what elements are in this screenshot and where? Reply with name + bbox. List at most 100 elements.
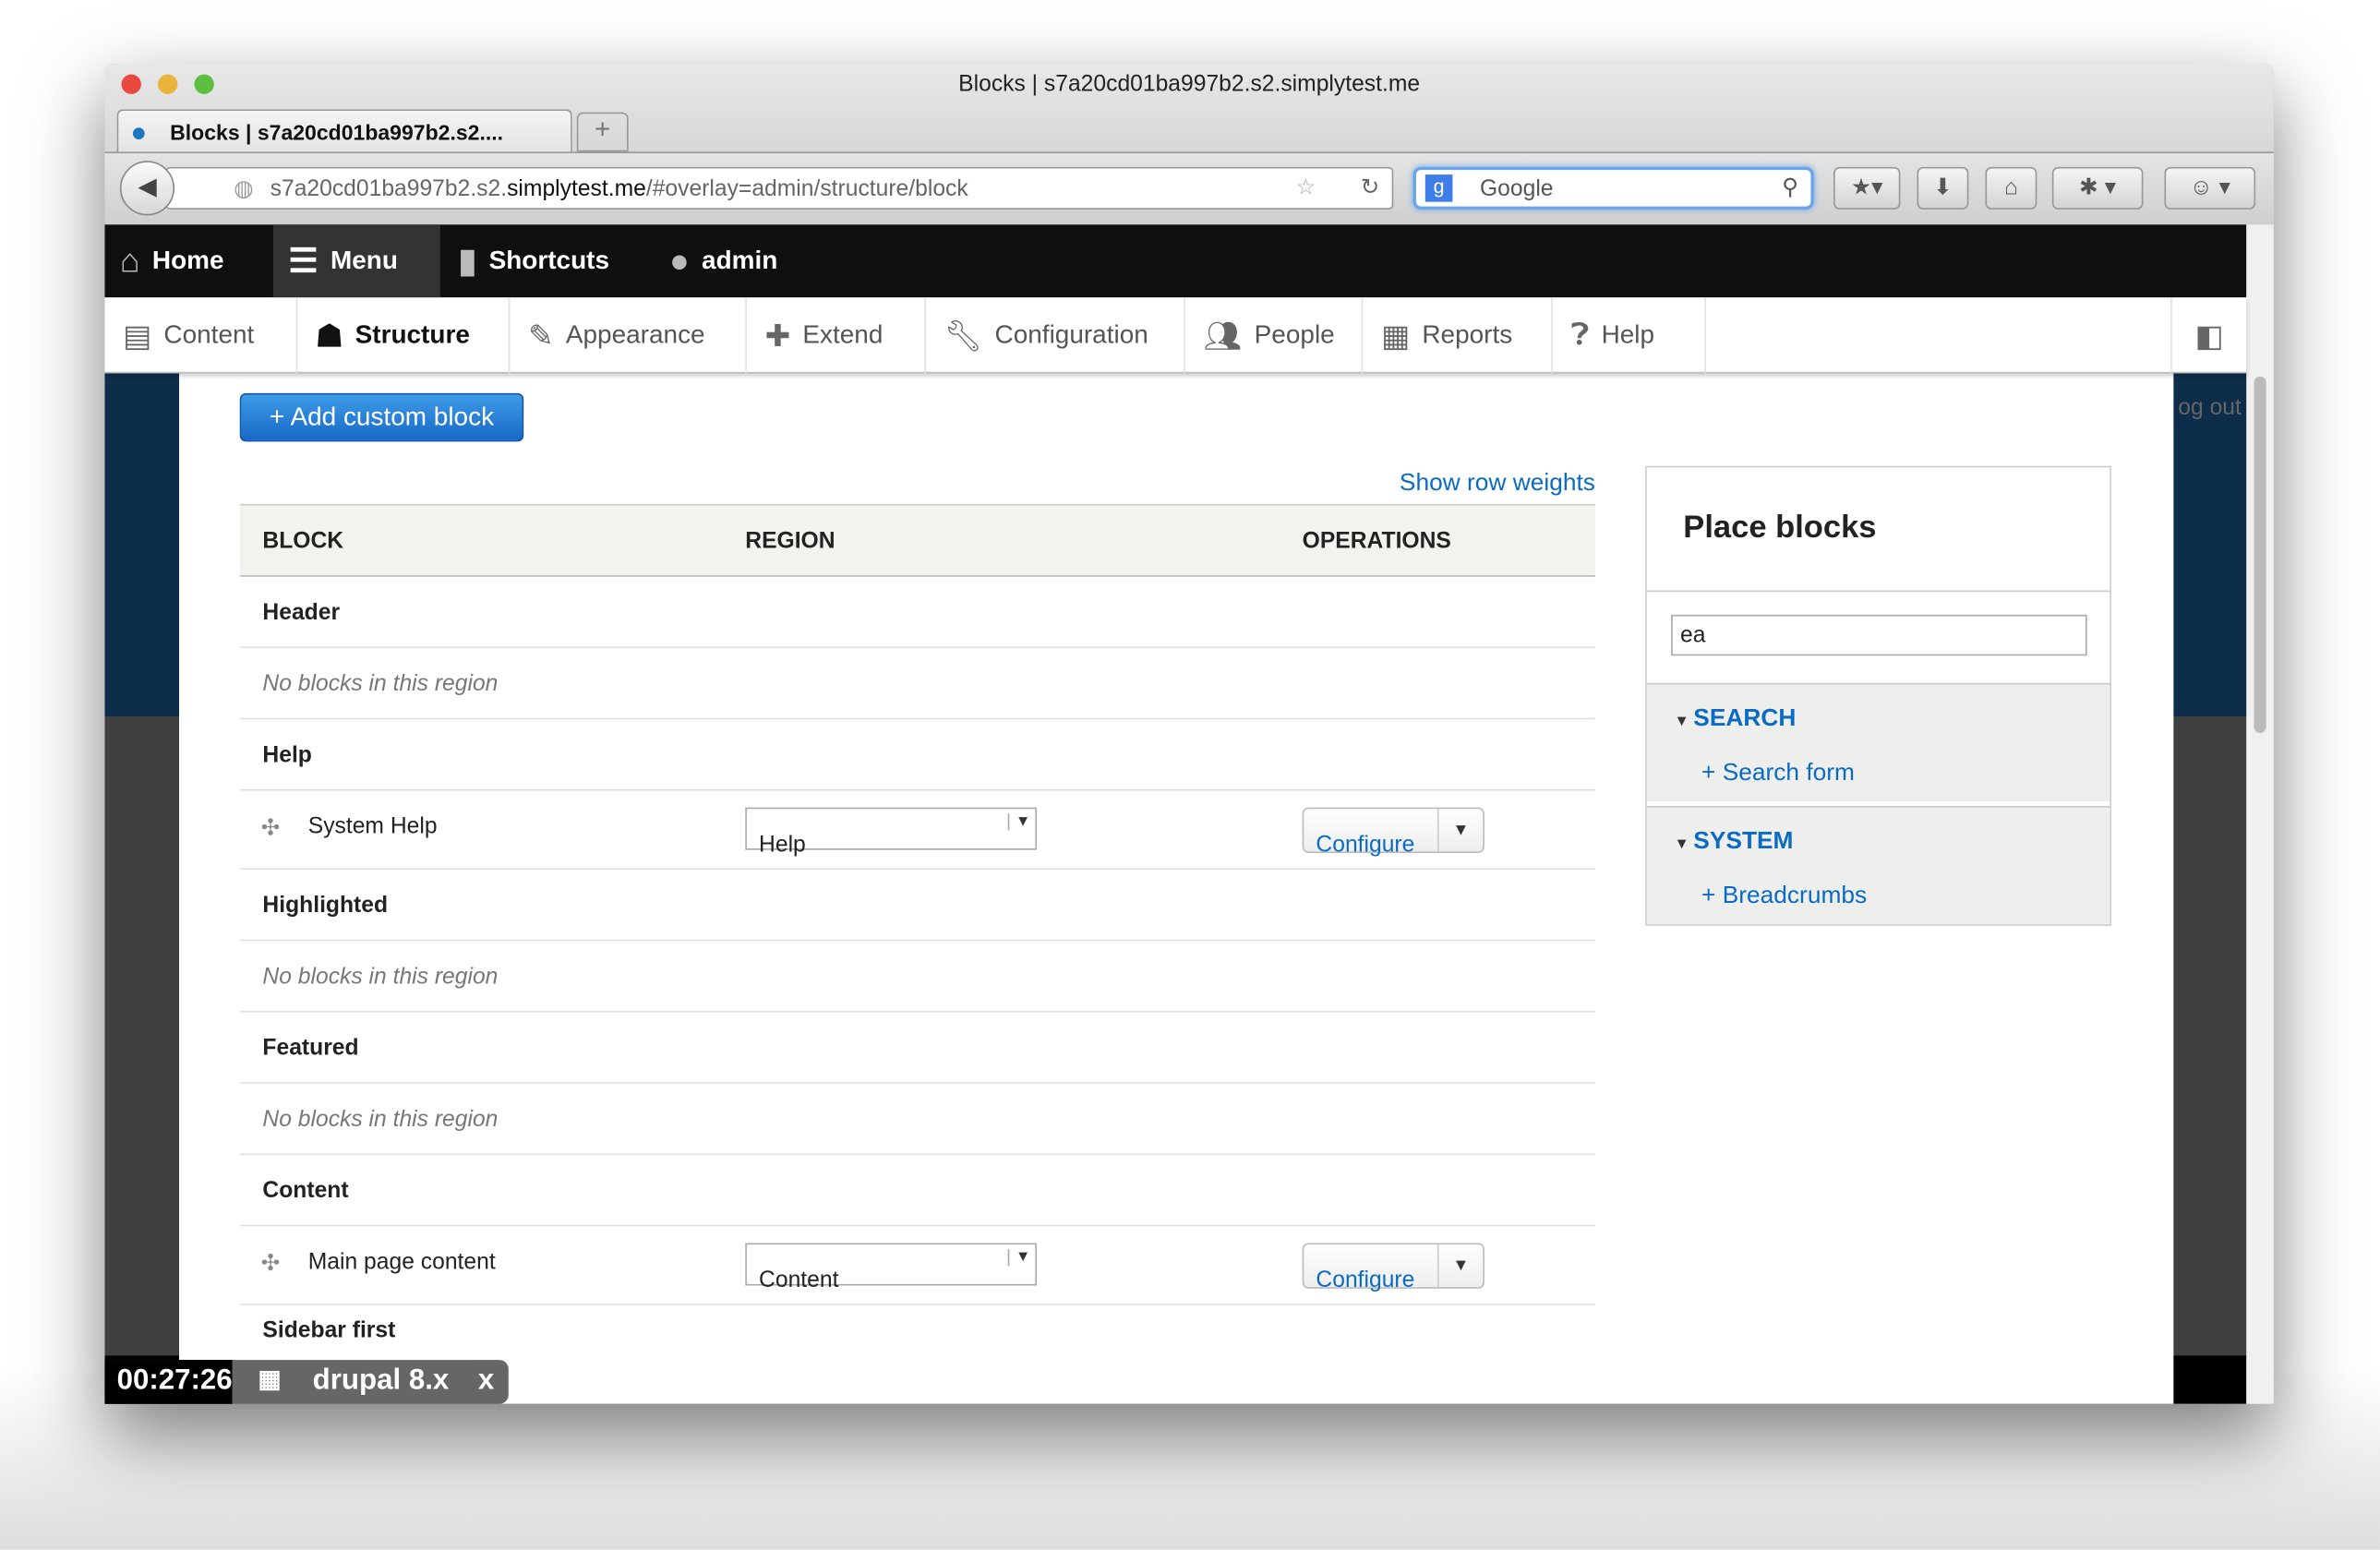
admin-toolbar: ⌂ Home ☰ Menu ▮ Shortcuts ● admin [104,224,2247,298]
toolbar-label: Home [151,246,224,275]
region-row: Featured [239,1013,1595,1084]
timer-close-button[interactable]: x [478,1364,494,1398]
tray-item-structure[interactable]: ☗ Structure [297,297,511,374]
puzzle-icon: ✚ [764,319,791,354]
menu-icon: ☰ [288,241,319,280]
region-select[interactable]: Help ▼ [745,807,1037,858]
reload-icon[interactable]: ↻ [1361,173,1380,200]
sidebar-toggle-icon: ◧ [2194,319,2224,354]
scrollbar-track[interactable] [2246,224,2274,1404]
caret-down-icon: ▼ [1674,835,1694,853]
admin-tray: ▤ Content ☗ Structure ✎ Appearance ✚ Extend … [104,297,2247,374]
tray-label: Appearance [565,319,705,350]
place-block-link[interactable]: + Search form [1701,761,1855,788]
select-arrow-icon: ▼ [1007,1249,1030,1267]
toolbar-shortcuts[interactable]: ▮ Shortcuts [459,224,610,297]
region-select[interactable]: Content ▼ [745,1243,1037,1293]
dropdown-arrow-icon[interactable]: ▼ [1436,1244,1483,1288]
tray-label: Help [1601,319,1655,350]
globe-icon: ◍ [234,175,254,202]
place-block-link[interactable]: + Breadcrumbs [1701,883,1867,911]
new-tab-button[interactable]: + [576,112,629,152]
search-input[interactable]: g Google ⚲ [1412,166,1814,210]
tray-label: Extend [802,319,883,350]
help-icon: ❓︎ [1570,318,1590,352]
region-title: Highlighted [262,892,389,919]
region-title: Sidebar first [262,1317,396,1344]
extension-button[interactable]: ✱ ▾ [2051,166,2144,210]
tray-item-help[interactable]: ❓︎ Help [1553,297,1706,374]
url-path: /#overlay=admin/structure/block [645,175,968,202]
region-title: Help [262,741,312,768]
tray-label: Content [163,319,255,350]
category-toggle[interactable]: ▼ SEARCH [1674,706,1796,734]
select-arrow-icon: ▼ [1007,813,1030,831]
configure-label: Configure [1316,831,1415,858]
tray-orientation-toggle[interactable]: ◧ [2170,297,2246,374]
column-header-block: BLOCK [262,528,344,555]
overlay-content: + Add custom block Show row weights BLOC… [179,373,2174,1404]
configure-button[interactable]: Configure ▼ [1302,807,1484,858]
empty-row: No blocks in this region [239,1084,1595,1156]
region-select-value: Content [759,1267,839,1293]
place-blocks-panel: Place blocks ea ▼ SEARCH + Search form ▼… [1645,465,2111,926]
drupal-favicon-icon: ● [130,116,148,148]
search-icon[interactable]: ⚲ [1782,173,1798,200]
empty-message: No blocks in this region [262,1106,499,1133]
wrench-icon: 🔧︎ [944,319,983,354]
logout-link[interactable]: og out [2178,394,2242,420]
browser-window: Blocks | s7a20cd01ba997b2.s2.simplytest.… [104,64,2274,1404]
category-toggle[interactable]: ▼ SYSTEM [1674,829,1793,857]
show-row-weights-link[interactable]: Show row weights [1400,471,1595,499]
category-system: ▼ SYSTEM + Breadcrumbs [1646,806,2110,925]
bookmark-star-icon[interactable]: ☆ [1295,173,1316,200]
home-button[interactable]: ⌂ [1985,166,2037,210]
tray-item-extend[interactable]: ✚ Extend [747,297,926,374]
user-icon: ● [669,241,690,280]
bookmark-icon: ▮ [458,241,477,280]
search-placeholder: Google [1479,175,1554,202]
timer-label: drupal 8.x [312,1364,450,1397]
tray-item-people[interactable]: 👥︎ People [1185,297,1364,374]
paintbrush-icon: ✎ [528,319,554,354]
panel-title: Place blocks [1683,510,1877,546]
drag-handle-icon[interactable]: ✣ [261,1249,281,1277]
region-row: Highlighted [239,870,1595,942]
tray-item-configuration[interactable]: 🔧︎ Configuration [926,297,1186,374]
browser-tab[interactable]: ● Blocks | s7a20cd01ba997b2.s2.... [116,109,572,155]
dropdown-arrow-icon[interactable]: ▼ [1436,809,1483,852]
tab-label: Blocks | s7a20cd01ba997b2.s2.... [170,119,504,145]
blocks-table: BLOCK REGION OPERATIONS Header No blocks… [239,503,1595,1376]
caret-down-icon: ▼ [1674,713,1694,730]
configure-label: Configure [1316,1267,1415,1293]
url-bar[interactable]: s7a20cd01ba997b2.s2.simplytest.me/#overl… [165,166,1394,210]
tray-item-appearance[interactable]: ✎ Appearance [510,297,747,374]
empty-row: No blocks in this region [239,648,1595,720]
block-filter-input[interactable]: ea [1671,614,2087,656]
scrollbar-thumb[interactable] [2254,376,2266,734]
drag-handle-icon[interactable]: ✣ [261,813,281,841]
downloads-button[interactable]: ⬇ [1917,166,1969,210]
add-custom-block-button[interactable]: + Add custom block [239,392,524,442]
back-button[interactable]: ◀ [119,161,175,216]
category-search: ▼ SEARCH + Search form [1646,682,2110,802]
tray-item-content[interactable]: ▤ Content [104,297,298,374]
region-row: Help [239,719,1595,791]
table-header: BLOCK REGION OPERATIONS [239,503,1595,577]
block-name: Main page content [307,1249,496,1276]
empty-message: No blocks in this region [262,670,499,697]
category-label: SYSTEM [1693,828,1794,855]
toolbar-menu[interactable]: ☰ Menu [272,224,440,298]
toolbar-admin[interactable]: ● admin [669,224,777,297]
tray-label: People [1254,319,1335,350]
toolbar-home[interactable]: ⌂ Home [120,224,224,297]
home-icon: ⌂ [119,241,140,280]
addon-button[interactable]: ☺ ▾ [2164,166,2256,210]
category-label: SEARCH [1693,705,1797,732]
tray-item-reports[interactable]: ▦ Reports [1363,297,1553,374]
toolbar-label: Menu [330,246,398,275]
bookmarks-button[interactable]: ★▾ [1833,166,1901,210]
toolbar-label: admin [702,246,778,275]
tray-label: Configuration [994,319,1148,350]
configure-button[interactable]: Configure ▼ [1302,1243,1484,1293]
